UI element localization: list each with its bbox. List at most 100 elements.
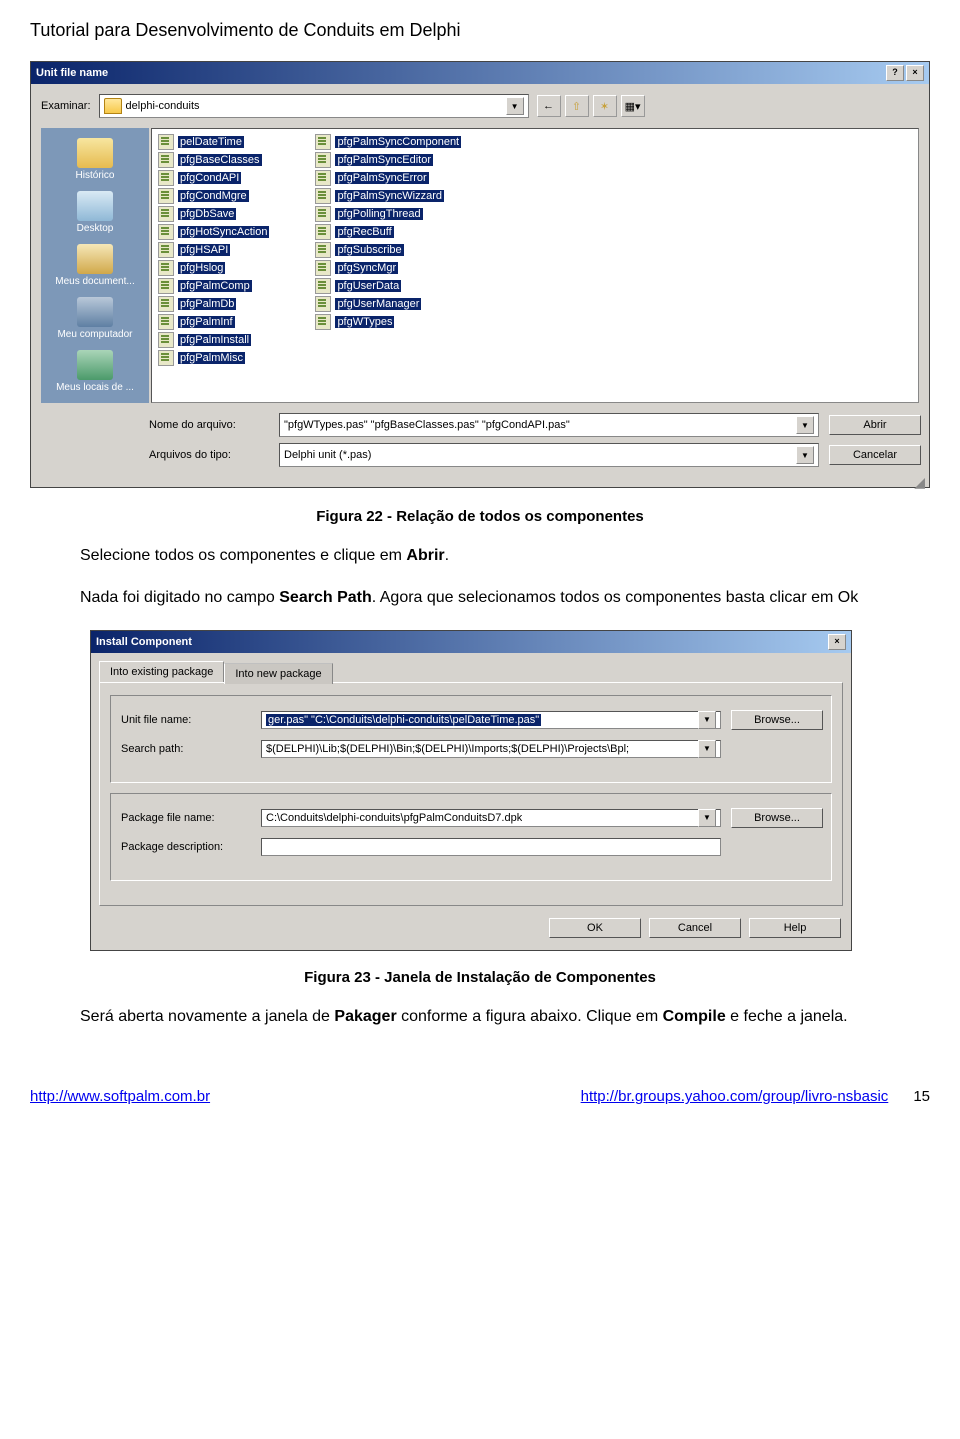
place-label: Desktop bbox=[45, 223, 145, 234]
titlebar: Install Component × bbox=[91, 631, 851, 653]
back-icon[interactable]: ← bbox=[537, 95, 561, 117]
filename-input[interactable]: "pfgWTypes.pas" "pfgBaseClasses.pas" "pf… bbox=[279, 413, 819, 437]
chevron-down-icon[interactable]: ▼ bbox=[698, 740, 716, 758]
pas-file-icon bbox=[158, 260, 174, 276]
file-item[interactable]: pfgHslog bbox=[156, 259, 273, 277]
file-item[interactable]: pfgPalmSyncComponent bbox=[313, 133, 465, 151]
file-item[interactable]: pfgRecBuff bbox=[313, 223, 465, 241]
file-item[interactable]: pfgHotSyncAction bbox=[156, 223, 273, 241]
file-item[interactable]: pfgPalmSyncError bbox=[313, 169, 465, 187]
examinar-label: Examinar: bbox=[41, 100, 91, 112]
file-item[interactable]: pfgUserData bbox=[313, 277, 465, 295]
place-icon bbox=[77, 244, 113, 274]
chevron-down-icon[interactable]: ▼ bbox=[506, 97, 524, 115]
browse-button[interactable]: Browse... bbox=[731, 808, 823, 828]
chevron-down-icon[interactable]: ▼ bbox=[698, 809, 716, 827]
file-item[interactable]: pfgBaseClasses bbox=[156, 151, 273, 169]
file-item[interactable]: pfgSubscribe bbox=[313, 241, 465, 259]
place-label: Meus locais de ... bbox=[45, 382, 145, 393]
new-folder-icon[interactable]: ✶ bbox=[593, 95, 617, 117]
place-item[interactable]: Meu computador bbox=[45, 293, 145, 344]
place-item[interactable]: Histórico bbox=[45, 134, 145, 185]
up-folder-icon[interactable]: ⇧ bbox=[565, 95, 589, 117]
pas-file-icon bbox=[315, 152, 331, 168]
pas-file-icon bbox=[315, 278, 331, 294]
chevron-down-icon[interactable]: ▼ bbox=[698, 711, 716, 729]
help-button[interactable]: Help bbox=[749, 918, 841, 938]
file-name: pfgDbSave bbox=[178, 208, 236, 220]
file-name: pfgPalmDb bbox=[178, 298, 236, 310]
cancel-button[interactable]: Cancelar bbox=[829, 445, 921, 465]
file-name: pfgWTypes bbox=[335, 316, 394, 328]
tab-existing-package[interactable]: Into existing package bbox=[99, 661, 224, 682]
pkg-file-input[interactable]: C:\Conduits\delphi-conduits\pfgPalmCondu… bbox=[261, 809, 721, 827]
chevron-down-icon[interactable]: ▼ bbox=[796, 416, 814, 434]
pas-file-icon bbox=[315, 224, 331, 240]
close-icon[interactable]: × bbox=[828, 634, 846, 650]
pas-file-icon bbox=[158, 224, 174, 240]
file-name: pfgPollingThread bbox=[335, 208, 422, 220]
pas-file-icon bbox=[158, 152, 174, 168]
file-item[interactable]: pfgPalmSyncWizzard bbox=[313, 187, 465, 205]
place-icon bbox=[77, 191, 113, 221]
help-icon[interactable]: ? bbox=[886, 65, 904, 81]
file-item[interactable]: pfgPalmMisc bbox=[156, 349, 273, 367]
page-footer: http://www.softpalm.com.br http://br.gro… bbox=[30, 1088, 930, 1105]
file-item[interactable]: pelDateTime bbox=[156, 133, 273, 151]
file-item[interactable]: pfgDbSave bbox=[156, 205, 273, 223]
pas-file-icon bbox=[315, 206, 331, 222]
cancel-button[interactable]: Cancel bbox=[649, 918, 741, 938]
place-label: Meu computador bbox=[45, 329, 145, 340]
file-list[interactable]: pelDateTimepfgBaseClassespfgCondAPIpfgCo… bbox=[151, 128, 919, 403]
file-name: pfgHSAPI bbox=[178, 244, 230, 256]
unit-file-value: ger.pas" "C:\Conduits\delphi-conduits\pe… bbox=[266, 714, 541, 726]
browse-button[interactable]: Browse... bbox=[731, 710, 823, 730]
file-item[interactable]: pfgWTypes bbox=[313, 313, 465, 331]
file-item[interactable]: pfgPalmDb bbox=[156, 295, 273, 313]
pas-file-icon bbox=[158, 134, 174, 150]
filetype-value: Delphi unit (*.pas) bbox=[284, 449, 371, 461]
file-item[interactable]: pfgPalmInf bbox=[156, 313, 273, 331]
resize-grip-icon[interactable]: ◢ bbox=[31, 477, 929, 487]
footer-link-2[interactable]: http://br.groups.yahoo.com/group/livro-n… bbox=[581, 1088, 889, 1105]
close-icon[interactable]: × bbox=[906, 65, 924, 81]
pas-file-icon bbox=[158, 296, 174, 312]
filetype-combo[interactable]: Delphi unit (*.pas) ▼ bbox=[279, 443, 819, 467]
place-item[interactable]: Meus document... bbox=[45, 240, 145, 291]
file-item[interactable]: pfgPalmSyncEditor bbox=[313, 151, 465, 169]
pas-file-icon bbox=[158, 350, 174, 366]
chevron-down-icon[interactable]: ▼ bbox=[796, 446, 814, 464]
file-item[interactable]: pfgPalmInstall bbox=[156, 331, 273, 349]
footer-link-1[interactable]: http://www.softpalm.com.br bbox=[30, 1088, 210, 1105]
file-item[interactable]: pfgHSAPI bbox=[156, 241, 273, 259]
pas-file-icon bbox=[315, 188, 331, 204]
search-path-label: Search path: bbox=[121, 743, 251, 755]
folder-icon bbox=[104, 98, 122, 114]
file-item[interactable]: pfgCondMgre bbox=[156, 187, 273, 205]
file-item[interactable]: pfgSyncMgr bbox=[313, 259, 465, 277]
place-item[interactable]: Meus locais de ... bbox=[45, 346, 145, 397]
pkg-desc-input[interactable] bbox=[261, 838, 721, 856]
file-name: pfgPalmInf bbox=[178, 316, 235, 328]
pas-file-icon bbox=[158, 278, 174, 294]
file-item[interactable]: pfgPalmComp bbox=[156, 277, 273, 295]
pkg-file-value: C:\Conduits\delphi-conduits\pfgPalmCondu… bbox=[266, 812, 522, 824]
file-name: pfgHotSyncAction bbox=[178, 226, 269, 238]
folder-combo[interactable]: delphi-conduits ▼ bbox=[99, 94, 529, 118]
file-name: pfgSubscribe bbox=[335, 244, 403, 256]
tab-new-package[interactable]: Into new package bbox=[224, 663, 332, 684]
ok-button[interactable]: OK bbox=[549, 918, 641, 938]
file-item[interactable]: pfgUserManager bbox=[313, 295, 465, 313]
file-item[interactable]: pfgPollingThread bbox=[313, 205, 465, 223]
search-path-input[interactable]: $(DELPHI)\Lib;$(DELPHI)\Bin;$(DELPHI)\Im… bbox=[261, 740, 721, 758]
unit-file-input[interactable]: ger.pas" "C:\Conduits\delphi-conduits\pe… bbox=[261, 711, 721, 729]
place-label: Histórico bbox=[45, 170, 145, 181]
file-name: pfgPalmMisc bbox=[178, 352, 245, 364]
file-name: pfgRecBuff bbox=[335, 226, 393, 238]
place-item[interactable]: Desktop bbox=[45, 187, 145, 238]
file-item[interactable]: pfgCondAPI bbox=[156, 169, 273, 187]
open-button[interactable]: Abrir bbox=[829, 415, 921, 435]
view-menu-icon[interactable]: ▦▾ bbox=[621, 95, 645, 117]
dialog-title: Unit file name bbox=[36, 67, 108, 79]
pas-file-icon bbox=[158, 206, 174, 222]
